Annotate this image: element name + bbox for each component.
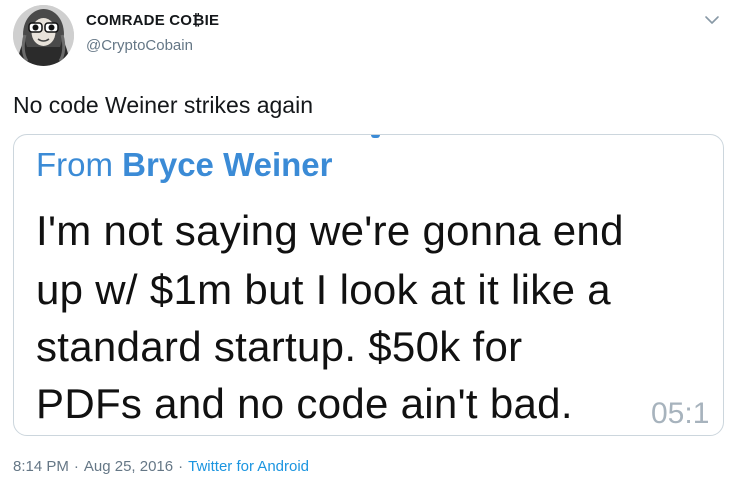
avatar-image (13, 5, 74, 66)
message-line: I'm not saying we're gonna end (36, 207, 624, 254)
tweet-meta: 8:14 PM · Aug 25, 2016 · Twitter for Android (13, 458, 309, 475)
tweet-card: COMRADE CO₿IE @CryptoCobain No code Wein… (0, 0, 731, 487)
meta-separator: · (73, 458, 79, 475)
meta-separator: · (178, 458, 184, 475)
cropped-text-fragment (371, 135, 380, 138)
tweet-source-link[interactable]: Twitter for Android (188, 458, 309, 475)
display-name[interactable]: COMRADE CO₿IE (86, 12, 219, 29)
message-sender-line: From Bryce Weiner (36, 146, 333, 184)
media-image[interactable]: From Bryce Weiner I'm not saying we're g… (13, 134, 724, 436)
tweet-date[interactable]: Aug 25, 2016 (84, 458, 173, 475)
message-line: up w/ $1m but I look at it like a (36, 266, 611, 313)
message-line: PDFs and no code ain't bad. (36, 380, 573, 427)
avatar[interactable] (13, 5, 74, 66)
tweet-time[interactable]: 8:14 PM (13, 458, 69, 475)
message-line: standard startup. $50k for (36, 323, 523, 370)
message-sender: Bryce Weiner (122, 146, 333, 183)
message-timestamp: 05:1 (651, 397, 710, 430)
from-prefix: From (36, 146, 123, 183)
user-handle[interactable]: @CryptoCobain (86, 37, 193, 54)
tweet-text: No code Weiner strikes again (13, 92, 313, 118)
chevron-down-icon[interactable] (703, 13, 721, 27)
